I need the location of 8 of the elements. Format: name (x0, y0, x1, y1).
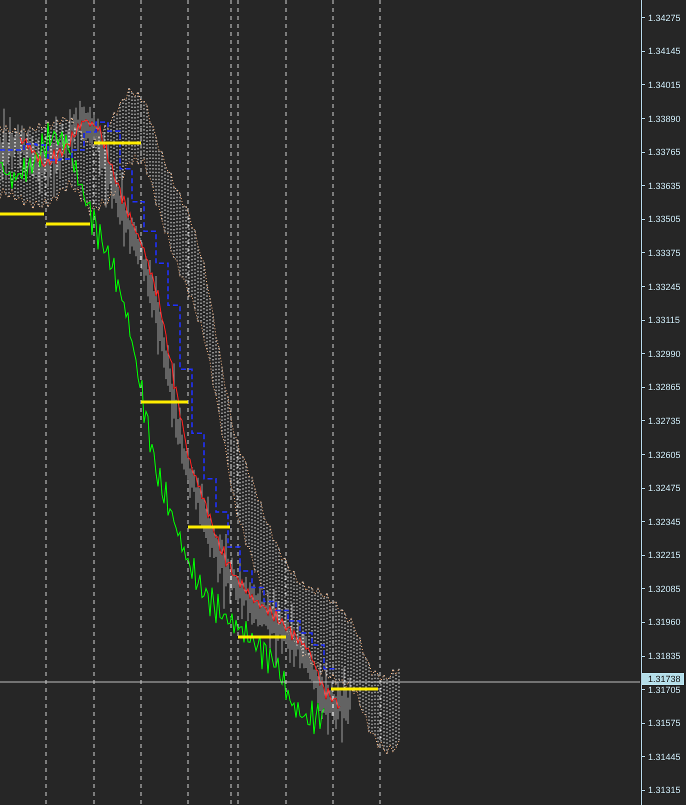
current-price-label: 1.31738 (642, 673, 684, 685)
level-line (46, 222, 90, 226)
level-line (331, 688, 378, 690)
level-line (188, 526, 230, 528)
level-line (94, 142, 141, 144)
level-line (238, 636, 286, 638)
level-line (0, 212, 44, 216)
level-line (141, 400, 188, 404)
